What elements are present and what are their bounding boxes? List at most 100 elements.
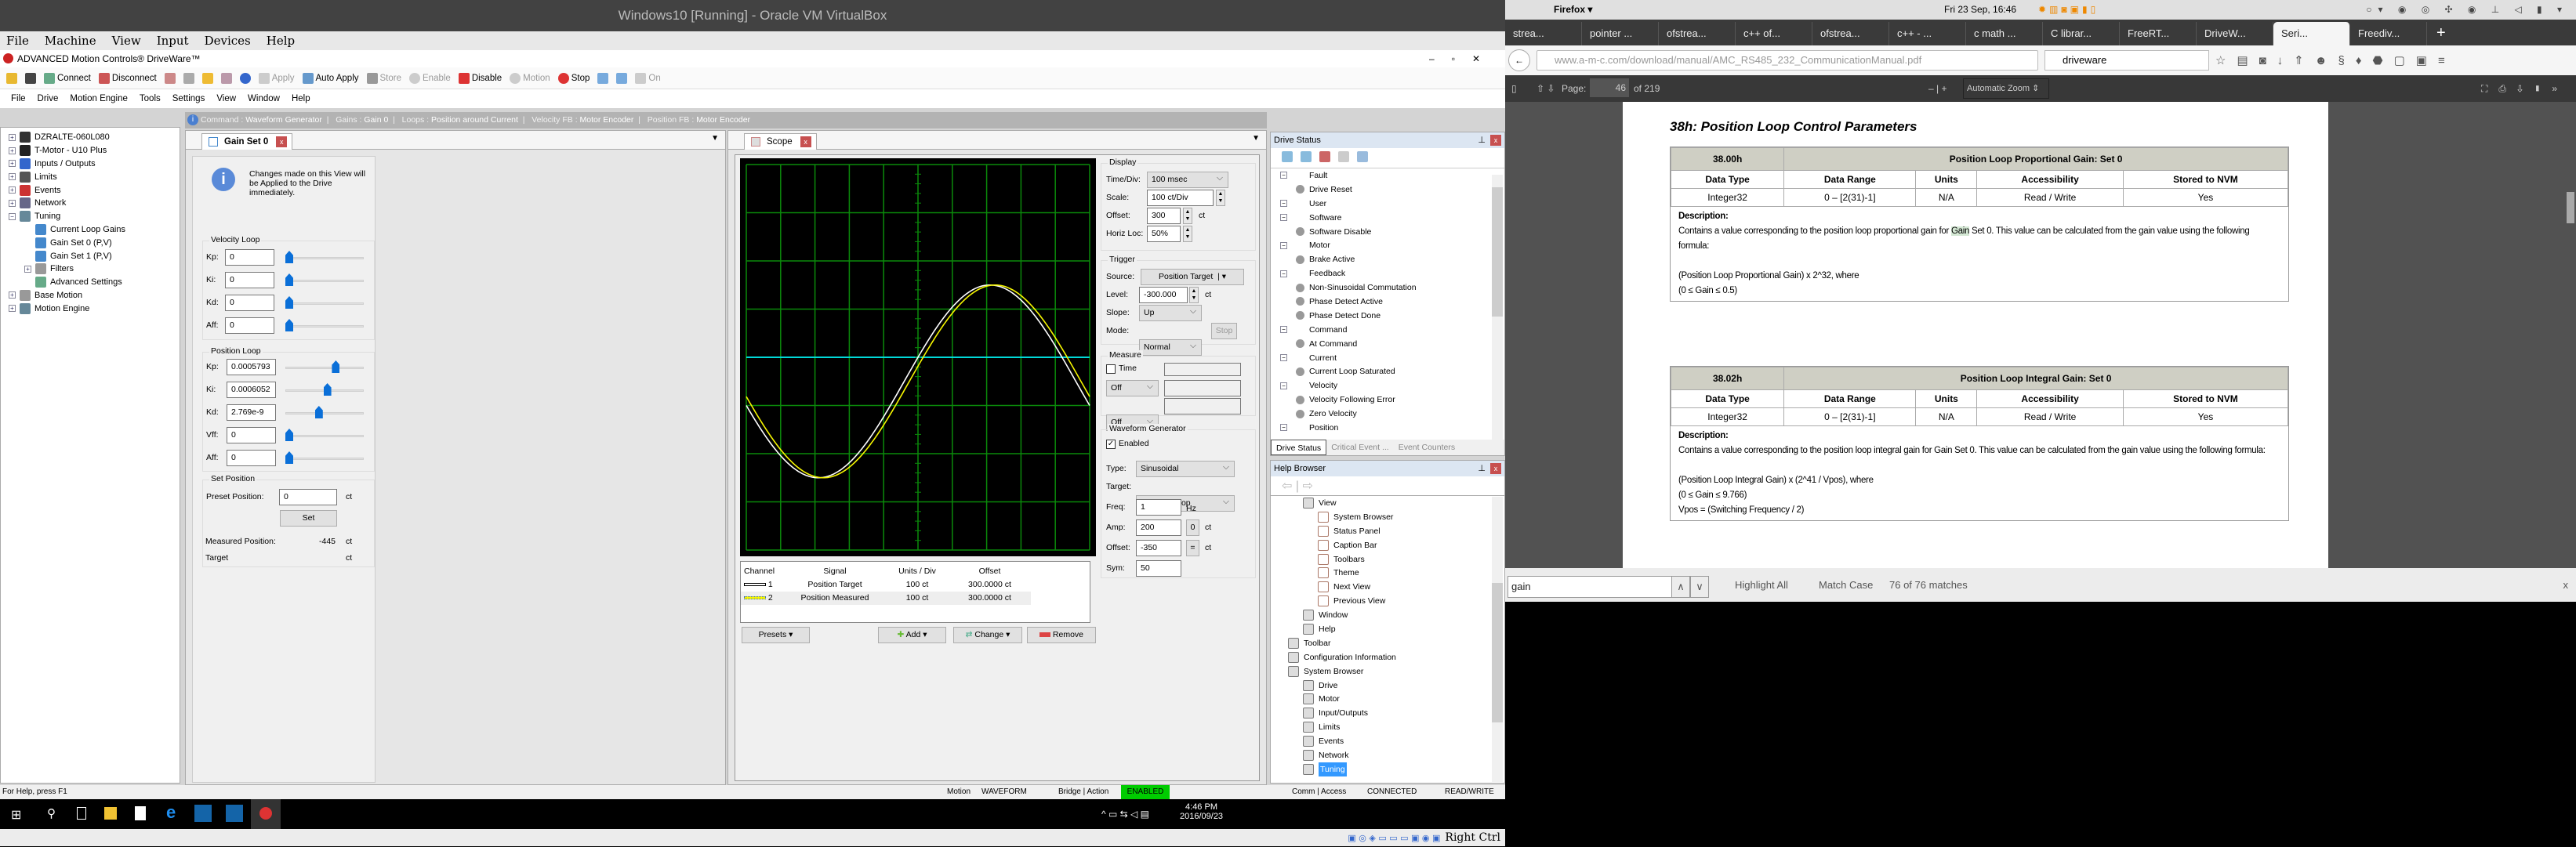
help-topic[interactable]: Status Panel [1271, 524, 1504, 538]
back-button[interactable]: ← [1508, 49, 1530, 71]
status-item[interactable]: Zero Velocity [1280, 407, 1504, 421]
level-input[interactable]: -300.000 [1139, 287, 1188, 303]
help-icon[interactable] [239, 72, 251, 84]
help-topic[interactable]: Caption Bar [1271, 538, 1504, 552]
slider-thumb[interactable] [332, 360, 340, 373]
status-item[interactable]: Phase Detect Active [1280, 295, 1504, 309]
browser-tab[interactable]: ofstrea... [1812, 22, 1889, 45]
gain-slider[interactable] [285, 359, 364, 375]
wg-offset-equal-button[interactable]: = [1186, 540, 1199, 556]
file-explorer-icon[interactable] [104, 807, 117, 820]
scrollbar-thumb[interactable] [1492, 583, 1503, 722]
expand-icon[interactable]: + [9, 147, 16, 154]
time-checkbox[interactable] [1106, 364, 1116, 374]
indicator-icons[interactable]: ✹▥◙▣▮▯ [2038, 0, 2099, 20]
remove-button[interactable]: Remove [1027, 627, 1096, 643]
help-topic[interactable]: Toolbars [1271, 552, 1504, 566]
fault-filter-icon[interactable] [1319, 151, 1330, 162]
window-controls[interactable]: –▫✕ [1429, 50, 1497, 67]
system-tray-icons[interactable]: ^ ▭ ⇆ ◁ ▤ [1101, 809, 1149, 820]
help-topic[interactable]: Help [1271, 622, 1504, 636]
type-select[interactable]: Sinusoidal [1136, 460, 1235, 477]
help-topic[interactable]: View [1271, 496, 1504, 510]
expand-icon[interactable]: + [9, 173, 16, 181]
amp-zero-button[interactable]: 0 [1186, 519, 1199, 536]
collapse-icon[interactable]: − [1280, 172, 1287, 179]
expand-icon[interactable]: + [9, 133, 16, 141]
gain-slider[interactable] [285, 427, 364, 443]
new-tab-button[interactable]: + [2427, 24, 2455, 45]
page-number-input[interactable]: 46 [1590, 78, 1629, 97]
close-tab-button[interactable]: x [276, 136, 288, 147]
tile-icon[interactable] [616, 72, 628, 84]
expand-icon[interactable]: + [24, 265, 31, 273]
tree-item[interactable]: Gain Set 0 (P,V) [1, 236, 180, 249]
pin-icon[interactable]: ⊥ [1478, 461, 1486, 476]
open-icon[interactable] [6, 72, 17, 84]
help-topic[interactable]: Toolbar [1271, 636, 1504, 650]
search-box[interactable]: driveware [2044, 50, 2209, 71]
menu-window[interactable]: Window [248, 89, 280, 108]
tree-item[interactable]: + Network [1, 197, 180, 210]
gain-slider[interactable] [285, 317, 364, 333]
source-select[interactable]: Position Target | ▾ [1141, 269, 1244, 285]
status-group[interactable]: − Motor [1280, 238, 1504, 252]
prev-page-button[interactable]: ⇧ ⇩ [1537, 75, 1555, 102]
menu-view[interactable]: View [216, 89, 236, 108]
apply-button[interactable]: Apply [258, 72, 295, 84]
browser-tab[interactable]: ofstrea... [1659, 22, 1736, 45]
browser-tab[interactable]: c++ - ... [1889, 22, 1966, 45]
status-item[interactable]: Software Disable [1280, 225, 1504, 239]
browser-tab[interactable]: C librar... [2043, 22, 2120, 45]
level-spinner[interactable]: ▲ ▼ [1189, 287, 1199, 303]
tab-gain-set-0[interactable]: Gain Set 0 x [201, 133, 293, 150]
browser-tab[interactable]: DriveW... [2197, 22, 2273, 45]
slope-select[interactable]: Up [1139, 304, 1202, 321]
vbox-menu-devices[interactable]: Devices [205, 34, 251, 48]
browser-tab[interactable]: pointer ... [1582, 22, 1659, 45]
tab-drive-status[interactable]: Drive Status [1271, 440, 1327, 455]
status-group[interactable]: − Feedback [1280, 266, 1504, 281]
help-topic[interactable]: Drive [1271, 679, 1504, 693]
gain-input[interactable]: 0 [225, 317, 274, 334]
match-case-toggle[interactable]: Match Case [1819, 568, 1873, 602]
on-button[interactable]: On [635, 72, 661, 84]
status-group[interactable]: − Velocity [1280, 378, 1504, 393]
expand-all-icon[interactable] [1282, 151, 1293, 162]
help-topic[interactable]: System Browser [1271, 664, 1504, 679]
collapse-icon[interactable]: − [1280, 214, 1287, 222]
gain-input[interactable]: 0 [227, 450, 276, 466]
url-bar[interactable]: www.a-m-c.com/download/manual/AMC_RS485_… [1537, 50, 2038, 71]
gain-slider[interactable] [285, 272, 364, 288]
task-view-icon[interactable] [77, 807, 86, 820]
help-topic[interactable]: System Browser [1271, 510, 1504, 524]
highlight-all-toggle[interactable]: Highlight All [1735, 568, 1788, 602]
status-group[interactable]: − Position [1280, 421, 1504, 435]
help-topic[interactable]: Input/Outputs [1271, 706, 1504, 720]
amp-input[interactable]: 200 [1136, 519, 1181, 536]
driveware-taskbar-button[interactable] [251, 799, 281, 829]
menu-motion-engine[interactable]: Motion Engine [70, 89, 128, 108]
scrollbar[interactable] [1492, 175, 1503, 441]
vbox-menu-machine[interactable]: Machine [45, 34, 96, 48]
help-topic[interactable]: Configuration Information [1271, 650, 1504, 664]
close-panel-button[interactable]: x [1490, 463, 1501, 474]
tab-menu-chevron-icon[interactable]: ▼ [711, 134, 719, 143]
status-item[interactable]: Non-Sinusoidal Commutation [1280, 281, 1504, 295]
channel-row[interactable]: 2 Position Measured 100 ct 300.0000 ct [741, 592, 1031, 605]
back-arrow-icon[interactable]: ⇦ [1282, 480, 1292, 493]
firefox-app-menu[interactable]: Firefox ▾ [1554, 0, 1592, 20]
gain-slider[interactable] [285, 249, 364, 265]
tree-item[interactable]: + Limits [1, 170, 180, 183]
slider-thumb[interactable] [285, 451, 293, 464]
status-item[interactable]: Drive Reset [1280, 183, 1504, 197]
slider-thumb[interactable] [285, 273, 293, 286]
help-topic[interactable]: Window [1271, 608, 1504, 622]
slider-thumb[interactable] [285, 251, 293, 263]
connect-button[interactable]: Connect [44, 72, 91, 84]
expand-icon[interactable]: + [9, 186, 16, 194]
timediv-select[interactable]: 100 msec [1147, 171, 1228, 188]
tree-item[interactable]: Gain Set 1 (P,V) [1, 249, 180, 262]
help-topic[interactable]: Previous View [1271, 594, 1504, 608]
window-icon[interactable] [597, 72, 609, 84]
